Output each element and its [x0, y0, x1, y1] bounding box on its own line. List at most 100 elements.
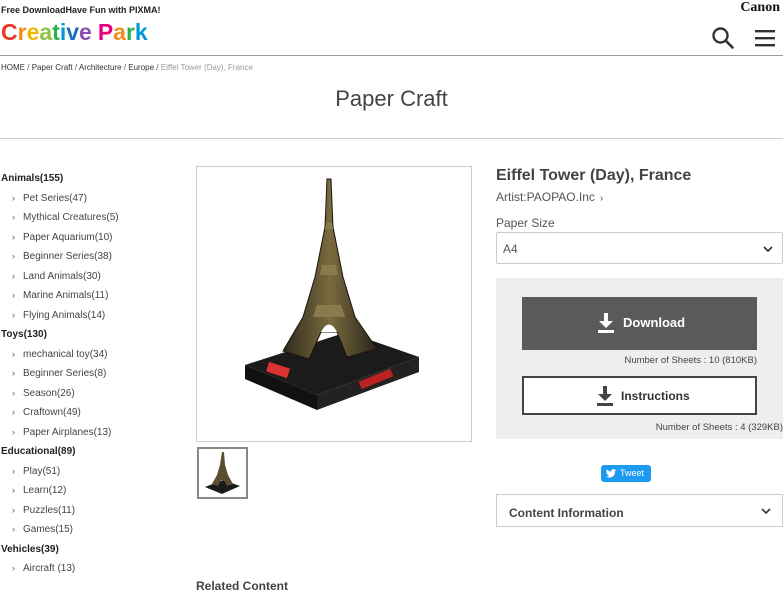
- canon-brand-logo[interactable]: Canon: [740, 0, 780, 16]
- sidebar-item[interactable]: › Learn(12): [0, 481, 180, 501]
- logo-letter: a: [113, 19, 126, 45]
- sidebar-item[interactable]: › Paper Aquarium(10): [0, 228, 180, 248]
- logo-letter: r: [17, 19, 27, 45]
- sidebar-item[interactable]: › Beginner Series(8): [0, 364, 180, 384]
- breadcrumb-home[interactable]: HOME: [1, 63, 25, 72]
- sidebar-item-label: Play(51): [23, 465, 61, 477]
- chevron-right-icon: ›: [599, 193, 604, 204]
- sidebar-item-label: mechanical toy(34): [23, 348, 108, 360]
- chevron-right-icon: ›: [12, 290, 15, 300]
- divider: [0, 138, 783, 139]
- chevron-right-icon: ›: [12, 270, 15, 281]
- sidebar-item-label: Paper Aquarium(10): [23, 231, 113, 243]
- sidebar-item[interactable]: › Marine Animals(11): [0, 286, 180, 306]
- sidebar-category[interactable]: Vehicles(39): [0, 540, 180, 560]
- sidebar-item-label: Season(26): [23, 387, 75, 399]
- download-button[interactable]: Download: [522, 297, 757, 350]
- twitter-bird-icon: [606, 469, 616, 478]
- search-icon: [712, 27, 734, 49]
- tweet-label: Tweet: [620, 468, 645, 478]
- sidebar-item-label: Learn(12): [23, 485, 67, 496]
- breadcrumb-separator: /: [156, 63, 159, 72]
- logo-letter: a: [39, 19, 53, 45]
- chevron-right-icon: ›: [12, 309, 15, 320]
- content-information-accordion[interactable]: Content Information: [496, 494, 783, 527]
- chevron-right-icon: ›: [12, 524, 15, 534]
- sidebar-item-label: Land Animals(30): [23, 270, 101, 282]
- logo-letter: P: [97, 19, 114, 45]
- chevron-right-icon: ›: [12, 212, 15, 222]
- instructions-sheet-info: Number of Sheets : 4 (329KB): [655, 422, 783, 433]
- breadcrumb-paper-craft[interactable]: Paper Craft: [32, 63, 73, 72]
- chevron-right-icon: ›: [12, 465, 15, 476]
- download-panel: Download Number of Sheets : 10 (810KB) I…: [496, 278, 783, 439]
- sidebar-item[interactable]: › Beginner Series(38): [0, 247, 180, 267]
- sidebar-item-label: Puzzles(11): [23, 504, 76, 516]
- related-content-heading: Related Content: [196, 579, 289, 593]
- chevron-down-icon: [763, 246, 773, 253]
- product-image[interactable]: [196, 166, 472, 442]
- breadcrumb-separator: /: [123, 63, 127, 72]
- tweet-button[interactable]: Tweet: [601, 465, 651, 482]
- sidebar-item-label: Mythical Creatures(5): [23, 212, 119, 223]
- paper-size-value: A4: [503, 242, 518, 256]
- artist-name: Artist:PAOPAO.Inc: [496, 190, 595, 204]
- sidebar-item-label: Craftown(49): [23, 407, 81, 418]
- download-label: Download: [623, 315, 686, 330]
- hamburger-menu-icon: [755, 30, 775, 47]
- paper-size-select[interactable]: A4: [496, 232, 783, 264]
- chevron-right-icon: ›: [12, 231, 15, 242]
- chevron-right-icon: ›: [12, 348, 15, 359]
- sidebar-category[interactable]: Educational(89): [0, 442, 180, 462]
- sidebar-item-label: Beginner Series(8): [23, 368, 107, 379]
- sidebar-item-label: Paper Airplanes(13): [23, 426, 112, 438]
- eiffel-tower-model-image: [245, 178, 419, 410]
- breadcrumb-current: Eiffel Tower (Day), France: [160, 63, 253, 72]
- chevron-right-icon: ›: [12, 563, 15, 573]
- chevron-right-icon: ›: [12, 387, 15, 398]
- chevron-right-icon: ›: [12, 426, 15, 437]
- sidebar-item[interactable]: › Aircraft (13): [0, 559, 180, 579]
- sidebar-item[interactable]: › Flying Animals(14): [0, 306, 180, 326]
- sidebar-item[interactable]: › Games(15): [0, 520, 180, 540]
- logo-letter: e: [26, 19, 40, 45]
- eiffel-tower-thumbnail: [205, 452, 240, 494]
- product-thumbnail[interactable]: [197, 447, 248, 499]
- paper-size-label: Paper Size: [496, 216, 555, 230]
- sidebar-item-label: Aircraft (13): [23, 563, 76, 574]
- page-title: Paper Craft: [335, 86, 448, 111]
- chevron-right-icon: ›: [12, 407, 15, 417]
- logo-letter: C: [1, 19, 18, 45]
- sidebar-item[interactable]: › mechanical toy(34): [0, 345, 180, 365]
- sidebar-item[interactable]: › Season(26): [0, 384, 180, 404]
- download-icon: [598, 313, 614, 333]
- breadcrumb-europe[interactable]: Europe: [128, 63, 154, 72]
- category-sidebar: Animals(155) › Pet Series(47) › Mythical Cre…: [0, 169, 180, 579]
- sidebar-item[interactable]: › Puzzles(11): [0, 501, 180, 521]
- sidebar-item[interactable]: › Mythical Creatures(5): [0, 208, 180, 228]
- sidebar-item-label: Marine Animals(11): [23, 290, 109, 301]
- search-button[interactable]: [711, 26, 735, 50]
- chevron-right-icon: ›: [12, 251, 15, 261]
- sidebar-item[interactable]: › Play(51): [0, 462, 180, 482]
- artist-link[interactable]: Artist:PAOPAO.Inc ›: [496, 190, 603, 204]
- sidebar-category[interactable]: Animals(155): [0, 169, 180, 189]
- sidebar-category[interactable]: Toys(130): [0, 325, 180, 345]
- breadcrumb: HOME / Paper Craft / Architecture / Euro…: [1, 63, 253, 72]
- product-title: Eiffel Tower (Day), France: [496, 167, 692, 184]
- tagline: Free DownloadHave Fun with PIXMA!: [1, 5, 161, 15]
- instructions-button[interactable]: Instructions: [522, 376, 757, 415]
- chevron-right-icon: ›: [12, 192, 15, 203]
- sidebar-item[interactable]: › Craftown(49): [0, 403, 180, 423]
- chevron-right-icon: ›: [12, 504, 15, 515]
- chevron-down-icon: [761, 508, 771, 515]
- sidebar-item[interactable]: › Paper Airplanes(13): [0, 423, 180, 443]
- instructions-label: Instructions: [621, 389, 690, 403]
- chevron-right-icon: ›: [12, 485, 15, 495]
- sidebar-item[interactable]: › Pet Series(47): [0, 189, 180, 209]
- menu-button[interactable]: [754, 28, 776, 48]
- sidebar-item[interactable]: › Land Animals(30): [0, 267, 180, 287]
- breadcrumb-architecture[interactable]: Architecture: [79, 63, 122, 72]
- sidebar-item-label: Pet Series(47): [23, 192, 87, 204]
- creative-park-logo[interactable]: Creative Park: [1, 19, 148, 45]
